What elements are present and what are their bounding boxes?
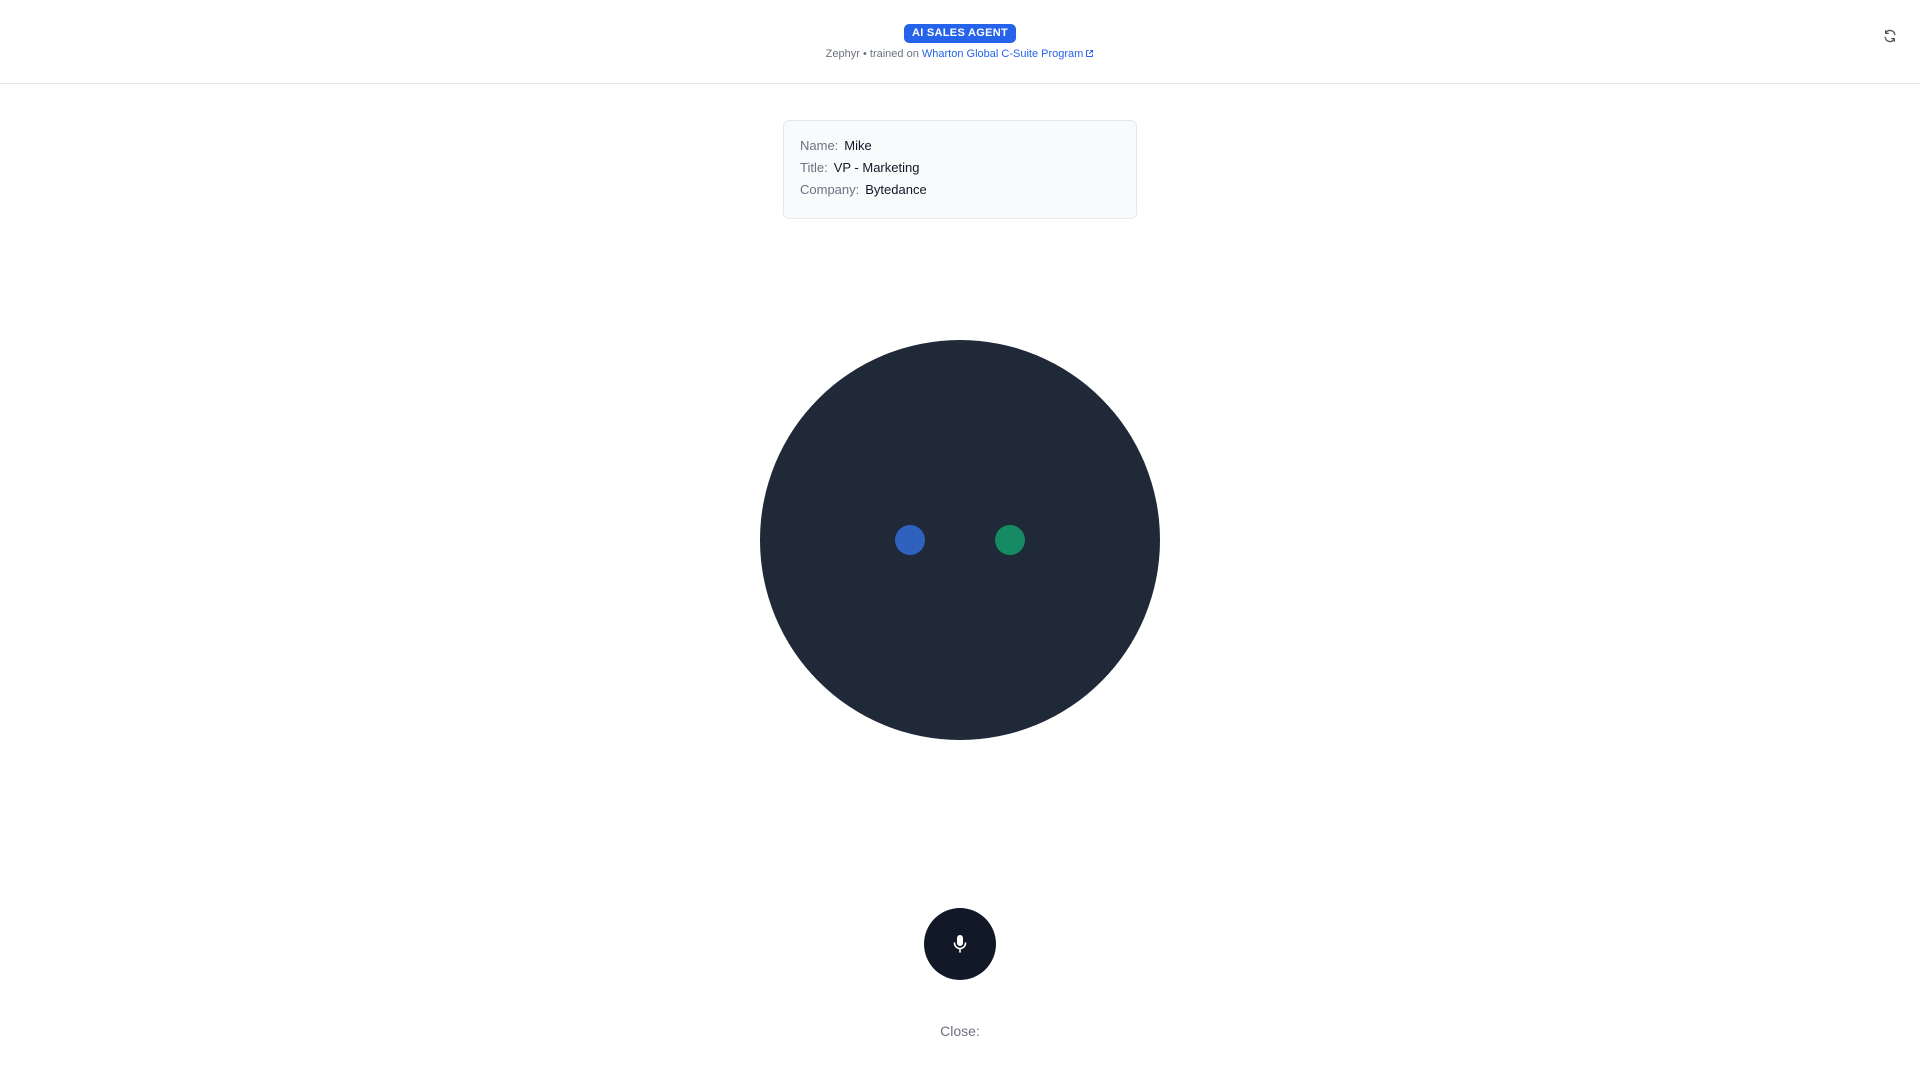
title-value: VP - Marketing bbox=[833, 160, 920, 175]
name-value: Mike bbox=[844, 138, 872, 153]
agent-voice-orb bbox=[760, 340, 1160, 740]
refresh-icon bbox=[1884, 29, 1896, 43]
program-link[interactable]: Wharton Global C-Suite Program bbox=[922, 48, 1094, 60]
separator-dot: • bbox=[862, 48, 867, 60]
orb-dot-green bbox=[995, 525, 1025, 555]
refresh-button[interactable] bbox=[1880, 26, 1900, 46]
title-label: Title: bbox=[800, 160, 828, 175]
close-label: Close: bbox=[940, 1023, 980, 1039]
top-bar: AI SALES AGENT Zephyr • trained on Whart… bbox=[0, 0, 1920, 84]
contact-name-row: Name: Mike bbox=[800, 137, 1120, 154]
contact-info-card: Name: Mike Title: VP - Marketing Company: B… bbox=[783, 120, 1137, 219]
header-center: AI SALES AGENT Zephyr • trained on Whart… bbox=[0, 23, 1920, 62]
contact-company-row: Company: Bytedance bbox=[800, 181, 1120, 198]
microphone-icon bbox=[953, 935, 967, 953]
contact-title-row: Title: VP - Marketing bbox=[800, 159, 1120, 176]
agent-name: Zephyr bbox=[825, 48, 860, 60]
orb-dot-blue bbox=[895, 525, 925, 555]
microphone-button[interactable] bbox=[924, 908, 996, 980]
trained-on-text: trained on bbox=[869, 48, 919, 60]
company-label: Company: bbox=[800, 182, 860, 197]
external-link-icon bbox=[1086, 49, 1094, 58]
name-label: Name: bbox=[800, 138, 839, 153]
program-link-label: Wharton Global C-Suite Program bbox=[921, 48, 1084, 60]
company-value: Bytedance bbox=[865, 182, 927, 197]
agent-subtitle: Zephyr • trained on Wharton Global C-Sui… bbox=[0, 47, 1920, 62]
ai-sales-agent-badge: AI SALES AGENT bbox=[903, 24, 1017, 43]
